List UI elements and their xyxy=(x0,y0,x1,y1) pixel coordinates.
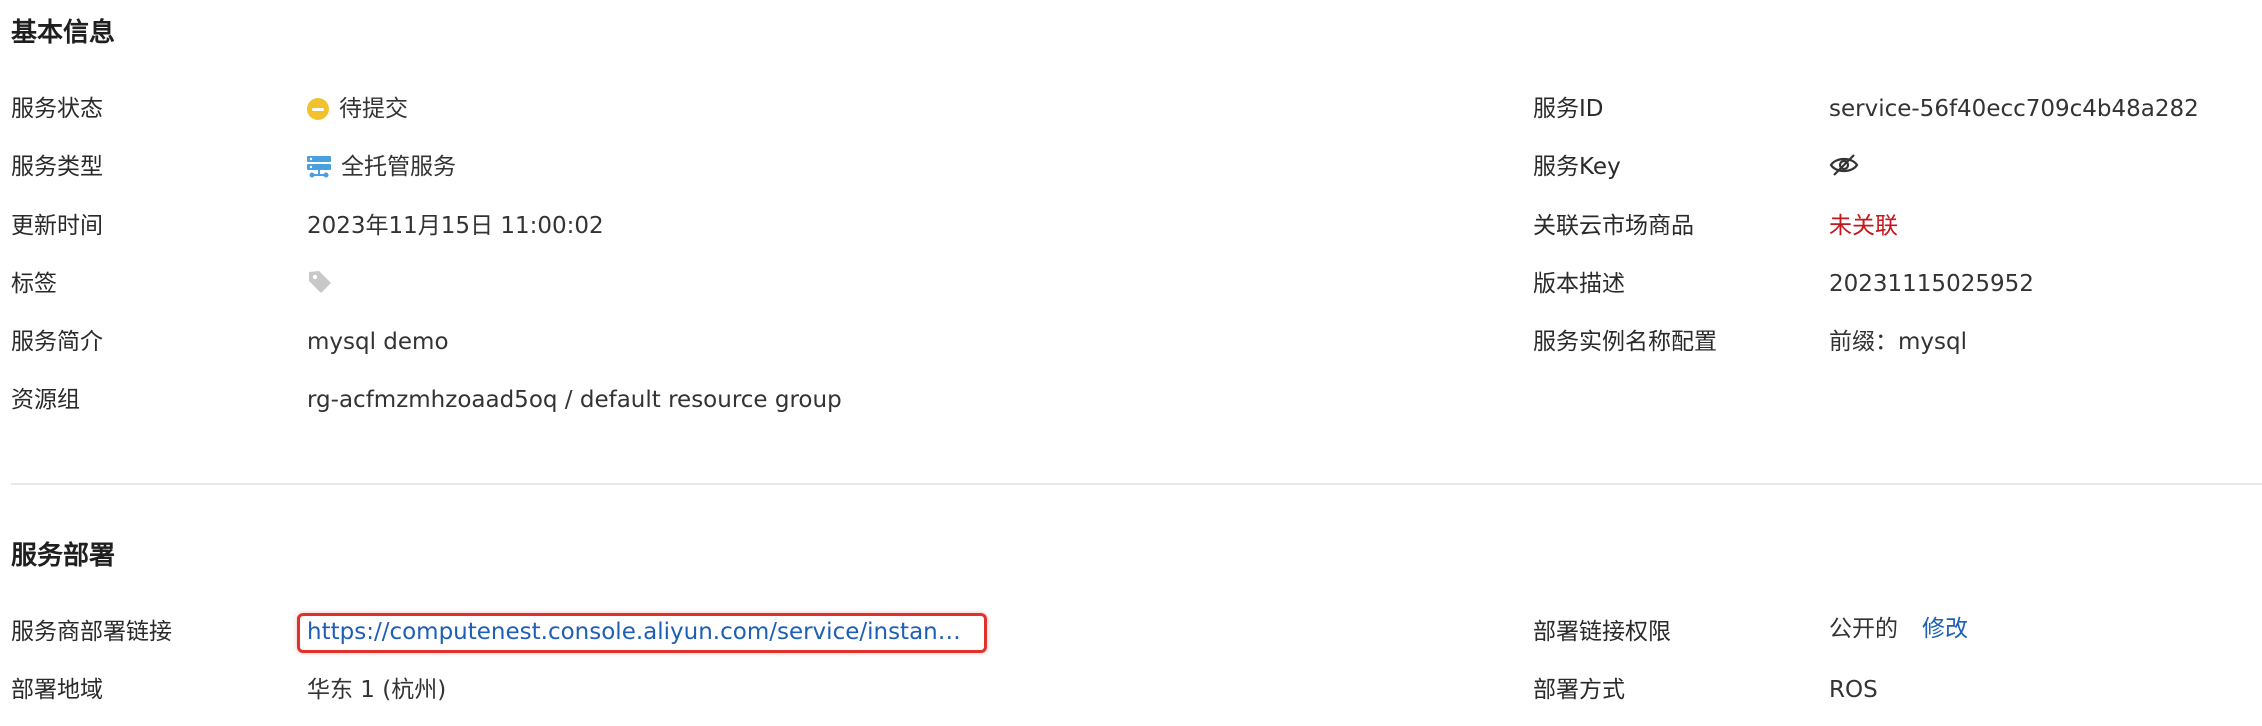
tags-value xyxy=(307,269,333,295)
service-intro-value: mysql demo xyxy=(307,329,449,355)
deploy-method-label: 部署方式 xyxy=(1533,677,1625,703)
service-status-value: 待提交 xyxy=(307,94,408,124)
update-time-label: 更新时间 xyxy=(11,213,103,239)
market-product-label: 关联云市场商品 xyxy=(1533,213,1694,239)
deploy-link-label: 服务商部署链接 xyxy=(11,619,172,645)
deploy-link-permission-text: 公开的 xyxy=(1829,616,1898,642)
instance-name-config-label: 服务实例名称配置 xyxy=(1533,329,1717,355)
basic-info-title: 基本信息 xyxy=(11,18,116,48)
service-status-text: 待提交 xyxy=(339,96,408,122)
service-status-label: 服务状态 xyxy=(11,96,103,122)
version-desc-label: 版本描述 xyxy=(1533,271,1625,297)
deploy-method-value: ROS xyxy=(1829,677,1878,703)
service-intro-label: 服务简介 xyxy=(11,329,103,355)
resource-group-value: rg-acfmzmhzoaad5oq / default resource gr… xyxy=(307,387,842,413)
instance-name-config-value: 前缀：mysql xyxy=(1829,329,1967,355)
deploy-link[interactable]: https://computenest.console.aliyun.com/s… xyxy=(307,617,972,647)
tag-icon[interactable] xyxy=(307,269,333,295)
version-desc-value: 20231115025952 xyxy=(1829,271,2034,297)
edit-permission-link[interactable]: 修改 xyxy=(1922,614,1968,644)
managed-service-icon xyxy=(307,155,331,179)
eye-hidden-icon[interactable] xyxy=(1829,152,1859,178)
pending-status-icon xyxy=(307,98,329,120)
service-type-text: 全托管服务 xyxy=(341,154,456,180)
service-id-value: service-56f40ecc709c4b48a282 xyxy=(1829,96,2199,122)
service-type-label: 服务类型 xyxy=(11,154,103,180)
market-product-value: 未关联 xyxy=(1829,213,1898,239)
service-key-label: 服务Key xyxy=(1533,154,1621,180)
service-key-value xyxy=(1829,152,1859,178)
tags-label: 标签 xyxy=(11,271,57,297)
deploy-region-label: 部署地域 xyxy=(11,677,103,703)
service-detail-page: 基本信息 服务状态 待提交 服务类型 全托管服务 更新时间 2023年11月15… xyxy=(0,0,2262,726)
deployment-title: 服务部署 xyxy=(11,541,116,571)
update-time-value: 2023年11月15日 11:00:02 xyxy=(307,213,604,239)
service-id-label: 服务ID xyxy=(1533,96,1604,122)
section-divider xyxy=(11,483,2262,485)
deploy-link-permission-label: 部署链接权限 xyxy=(1533,619,1671,645)
resource-group-label: 资源组 xyxy=(11,387,80,413)
deploy-link-permission-value: 公开的 修改 xyxy=(1829,614,1968,644)
deploy-region-value: 华东 1 (杭州) xyxy=(307,677,447,703)
service-type-value: 全托管服务 xyxy=(307,152,456,182)
